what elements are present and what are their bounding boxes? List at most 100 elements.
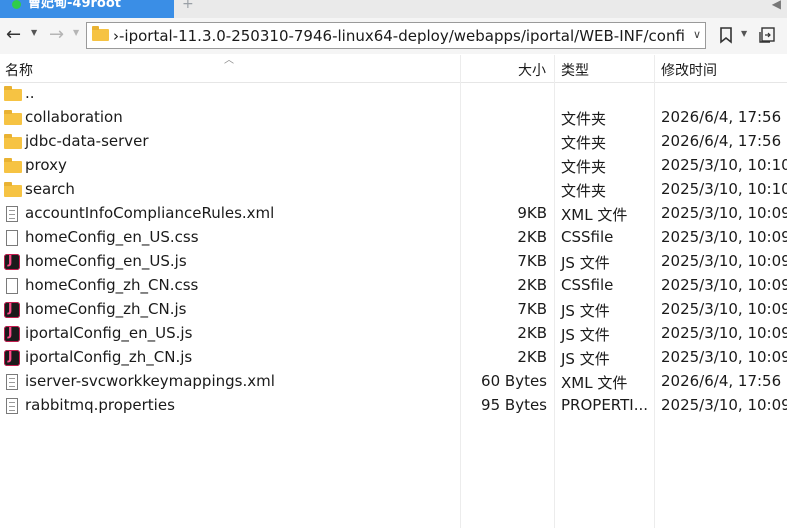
folder-icon [4,182,22,197]
file-row[interactable]: iserver-svcworkkeymappings.xml 60 Bytes XM… [0,370,787,394]
navigation-toolbar: ← ▼ → ▼ ∨ ▼ [0,18,787,54]
file-name: proxy [25,156,67,174]
file-type: XML 文件 [561,374,628,392]
name-column-header[interactable]: 名称 [5,60,33,80]
file-row[interactable]: iportalConfig_zh_CN.js 2KB JS 文件 2025/3/10,… [0,346,787,370]
text-file-icon [6,374,18,390]
file-size: 60 Bytes [481,372,547,390]
js-file-icon [4,349,20,366]
folder-icon [4,134,22,149]
back-history-dropdown-icon[interactable]: ▼ [31,28,37,37]
file-name: jdbc-data-server [25,132,149,150]
type-column-header[interactable]: 类型 [561,60,589,80]
file-modified: 2026/6/4, 17:56 [661,132,782,150]
file-type: 文件夹 [561,110,607,128]
connected-status-icon [12,0,21,9]
js-file-icon [4,325,20,342]
file-modified: 2025/3/10, 10:10 [661,156,787,174]
session-tab-title: 曹妃甸-49root [28,0,121,11]
text-file-icon [6,206,18,222]
file-modified: 2025/3/10, 10:09 [661,300,787,318]
file-modified: 2025/3/10, 10:10 [661,180,787,198]
file-type: JS 文件 [561,326,610,344]
file-row[interactable]: iportalConfig_en_US.js 2KB JS 文件 2025/3/10,… [0,322,787,346]
js-file-icon [4,253,20,270]
file-size: 7KB [517,252,547,270]
file-modified: 2026/6/4, 17:56 [661,372,782,390]
file-row[interactable]: accountInfoComplianceRules.xml 9KB XML 文件 2… [0,202,787,226]
file-name: .. [25,84,35,102]
file-type: CSSfile [561,228,614,246]
file-row[interactable]: jdbc-data-server 文件夹 2026/6/4, 17:56 [0,130,787,154]
js-file-icon [4,301,20,318]
file-name: homeConfig_en_US.css [25,228,199,246]
file-row[interactable]: search 文件夹 2025/3/10, 10:10 [0,178,787,202]
file-row[interactable]: proxy 文件夹 2025/3/10, 10:10 [0,154,787,178]
forward-arrow-icon[interactable]: → [49,25,64,45]
file-type: 文件夹 [561,182,607,200]
address-bar[interactable]: ∨ [86,22,706,49]
folder-icon [92,26,109,41]
file-name: homeConfig_en_US.js [25,252,187,270]
file-row[interactable]: homeConfig_en_US.js 7KB JS 文件 2025/3/10, 10… [0,250,787,274]
sync-directory-icon[interactable] [758,26,776,44]
file-name: accountInfoComplianceRules.xml [25,204,275,222]
new-tab-icon[interactable]: + [182,0,194,12]
file-name: homeConfig_zh_CN.js [25,300,187,318]
file-type: JS 文件 [561,302,610,320]
file-size: 9KB [517,204,547,222]
file-type: CSSfile [561,276,614,294]
back-arrow-icon[interactable]: ← [6,25,21,45]
address-dropdown-icon[interactable]: ∨ [693,28,701,41]
file-modified: 2025/3/10, 10:09 [661,324,787,342]
file-row[interactable]: homeConfig_zh_CN.js 7KB JS 文件 2025/3/10, 10… [0,298,787,322]
folder-icon [4,158,22,173]
file-name: collaboration [25,108,123,126]
blank-file-icon [6,230,18,246]
file-row[interactable]: collaboration 文件夹 2026/6/4, 17:56 [0,106,787,130]
text-file-icon [6,398,18,414]
file-modified: 2025/3/10, 10:09 [661,276,787,294]
file-size: 2KB [517,276,547,294]
file-name: iportalConfig_zh_CN.js [25,348,193,366]
tab-strip: 曹妃甸-49root + ◀ [0,0,787,18]
file-type: JS 文件 [561,254,610,272]
forward-history-dropdown-icon[interactable]: ▼ [73,28,79,37]
file-modified: 2025/3/10, 10:09 [661,252,787,270]
bookmark-icon[interactable] [717,26,735,44]
file-modified: 2025/3/10, 10:09 [661,204,787,222]
file-type: XML 文件 [561,206,628,224]
path-input[interactable] [113,25,685,46]
file-type: 文件夹 [561,158,607,176]
folder-icon [4,110,22,125]
blank-file-icon [6,278,18,294]
file-modified: 2025/3/10, 10:09 [661,228,787,246]
column-header-row: 名称 ︿ 大小 类型 修改时间 [0,55,787,83]
file-size: 7KB [517,300,547,318]
file-modified: 2026/6/4, 17:56 [661,108,782,126]
file-row[interactable]: homeConfig_en_US.css 2KB CSSfile 2025/3/10,… [0,226,787,250]
file-row[interactable]: homeConfig_zh_CN.css 2KB CSSfile 2025/3/10,… [0,274,787,298]
file-row[interactable]: rabbitmq.properties 95 Bytes PROPERTI... 20… [0,394,787,418]
size-column-header[interactable]: 大小 [518,60,546,80]
tab-scroll-left-icon[interactable]: ◀ [772,0,781,11]
file-name: iserver-svcworkkeymappings.xml [25,372,275,390]
file-name: iportalConfig_en_US.js [25,324,193,342]
modified-column-header[interactable]: 修改时间 [661,60,717,80]
file-name: rabbitmq.properties [25,396,175,414]
file-name: homeConfig_zh_CN.css [25,276,199,294]
file-modified: 2025/3/10, 10:09 [661,348,787,366]
file-size: 2KB [517,348,547,366]
file-size: 95 Bytes [481,396,547,414]
bookmark-dropdown-icon[interactable]: ▼ [741,29,747,38]
file-size: 2KB [517,228,547,246]
session-tab[interactable]: 曹妃甸-49root [0,0,174,18]
file-type: JS 文件 [561,350,610,368]
file-size: 2KB [517,324,547,342]
file-name: search [25,180,75,198]
sort-ascending-icon: ︿ [224,55,234,66]
file-modified: 2025/3/10, 10:09 [661,396,787,414]
folder-icon [4,86,22,101]
file-type: 文件夹 [561,134,607,152]
file-row[interactable]: .. [0,82,787,106]
